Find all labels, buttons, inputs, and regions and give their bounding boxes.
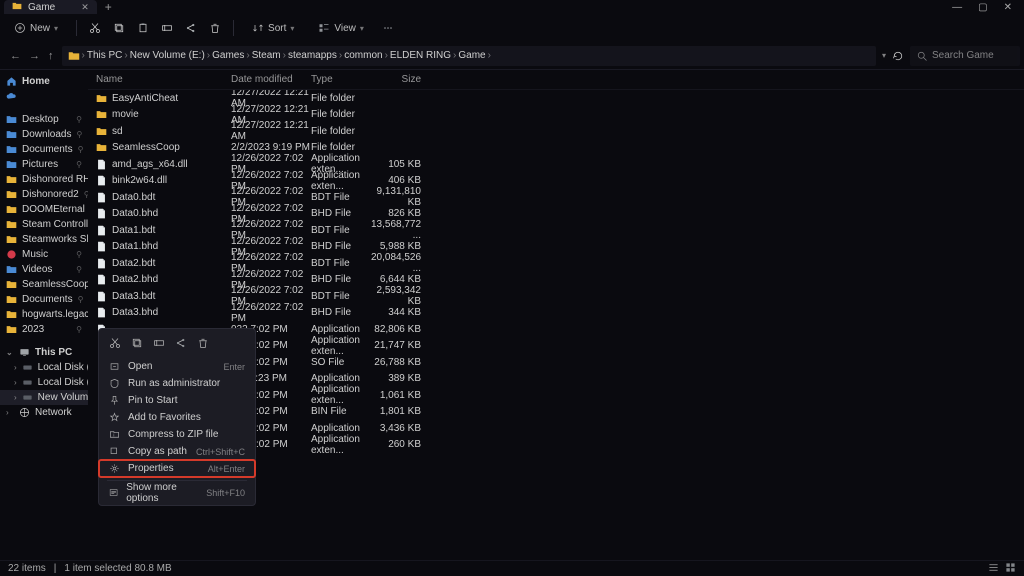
ctx-compress-to-zip-file[interactable]: Compress to ZIP file	[99, 426, 255, 443]
search-icon	[916, 50, 928, 62]
breadcrumb[interactable]: › This PC›New Volume (E:)›Games›Steam›st…	[62, 46, 876, 66]
breadcrumb-segment[interactable]: steamapps	[288, 50, 337, 61]
forward-button[interactable]: →	[27, 48, 42, 64]
ctx-delete-icon[interactable]	[197, 337, 209, 352]
chevron-down-icon[interactable]: ▾	[882, 51, 886, 60]
sidebar-drive[interactable]: ›Local Disk (D:)	[0, 375, 88, 390]
file-row[interactable]: bink2w64.dll12/26/2022 7:02 PMApplicatio…	[88, 173, 1024, 190]
toolbar: New▾ Sort▾ View▾	[0, 14, 1024, 42]
context-menu: OpenEnterRun as administratorPin to Star…	[98, 328, 256, 506]
share-icon[interactable]	[185, 22, 197, 34]
breadcrumb-segment[interactable]: ELDEN RING	[390, 50, 451, 61]
delete-icon[interactable]	[209, 22, 221, 34]
folder-icon	[12, 1, 22, 14]
new-button[interactable]: New▾	[8, 20, 64, 36]
tab-title: Game	[28, 2, 55, 13]
file-row[interactable]: Data2.bdt12/26/2022 7:02 PMBDT File20,08…	[88, 255, 1024, 272]
ctx-rename-icon[interactable]	[153, 337, 165, 352]
ctx-pin-to-start[interactable]: Pin to Start	[99, 392, 255, 409]
new-tab-button[interactable]: +	[105, 0, 112, 14]
breadcrumb-segment[interactable]: New Volume (E:)	[130, 50, 205, 61]
file-row[interactable]: SeamlessCoop2/2/2023 9:19 PMFile folder	[88, 140, 1024, 157]
paste-icon[interactable]	[137, 22, 149, 34]
maximize-button[interactable]: ▢	[978, 2, 987, 13]
file-row[interactable]: Data1.bhd12/26/2022 7:02 PMBHD File5,988…	[88, 239, 1024, 256]
ctx-open[interactable]: OpenEnter	[99, 358, 255, 375]
item-count: 22 items	[8, 563, 46, 574]
file-row[interactable]: Data0.bdt12/26/2022 7:02 PMBDT File9,131…	[88, 189, 1024, 206]
breadcrumb-segment[interactable]: Steam	[252, 50, 281, 61]
sidebar-item[interactable]: Documents⚲	[0, 142, 88, 157]
file-row[interactable]: amd_ags_x64.dll12/26/2022 7:02 PMApplica…	[88, 156, 1024, 173]
file-row[interactable]: Data0.bhd12/26/2022 7:02 PMBHD File826 K…	[88, 206, 1024, 223]
copy-icon[interactable]	[113, 22, 125, 34]
ctx-copy-icon[interactable]	[131, 337, 143, 352]
search-input[interactable]: Search Game	[910, 46, 1020, 66]
ctx-show-more-options[interactable]: Show more optionsShift+F10	[99, 484, 255, 501]
ctx-add-to-favorites[interactable]: Add to Favorites	[99, 409, 255, 426]
sidebar-item[interactable]: Steamworks Sha⚲	[0, 232, 88, 247]
window-controls: — ▢ ✕	[952, 2, 1020, 13]
details-view-icon[interactable]	[988, 562, 999, 576]
up-button[interactable]: ↑	[46, 48, 56, 64]
sidebar-network[interactable]: ›Network	[0, 405, 88, 420]
tab-active[interactable]: Game ✕	[4, 0, 97, 14]
rename-icon[interactable]	[161, 22, 173, 34]
address-bar: ← → ↑ › This PC›New Volume (E:)›Games›St…	[0, 42, 1024, 70]
close-tab-icon[interactable]: ✕	[81, 2, 89, 13]
sidebar-item[interactable]: Videos⚲	[0, 262, 88, 277]
sidebar-thispc[interactable]: ⌄This PC	[0, 345, 88, 360]
selection-info: 1 item selected 80.8 MB	[64, 563, 171, 574]
breadcrumb-segment[interactable]: Games	[212, 50, 244, 61]
sidebar-item[interactable]: Dishonored2⚲	[0, 187, 88, 202]
file-row[interactable]: movie12/27/2022 12:21 AMFile folder	[88, 107, 1024, 124]
sidebar-item[interactable]: Music⚲	[0, 247, 88, 262]
ctx-properties[interactable]: PropertiesAlt+Enter	[99, 460, 255, 477]
nav-pane: Home Desktop⚲Downloads⚲Documents⚲Picture…	[0, 70, 88, 560]
grid-view-icon[interactable]	[1005, 562, 1016, 576]
ctx-copy-as-path[interactable]: Copy as pathCtrl+Shift+C	[99, 443, 255, 460]
file-row[interactable]: Data3.bdt12/26/2022 7:02 PMBDT File2,593…	[88, 288, 1024, 305]
sidebar-drive[interactable]: ›New Volume (E:)	[0, 390, 88, 405]
file-row[interactable]: Data3.bhd12/26/2022 7:02 PMBHD File344 K…	[88, 305, 1024, 322]
status-bar: 22 items | 1 item selected 80.8 MB	[0, 560, 1024, 576]
column-headers[interactable]: Name Date modified Type Size	[88, 70, 1024, 90]
sidebar-item[interactable]: Downloads⚲	[0, 127, 88, 142]
sidebar-home[interactable]: Home	[0, 74, 88, 89]
view-button[interactable]: View▾	[312, 20, 370, 36]
sidebar-onedrive[interactable]	[0, 89, 88, 104]
breadcrumb-segment[interactable]: common	[344, 50, 382, 61]
ctx-run-as-administrator[interactable]: Run as administrator	[99, 375, 255, 392]
file-row[interactable]: EasyAntiCheat12/27/2022 12:21 AMFile fol…	[88, 90, 1024, 107]
sidebar-item[interactable]: DOOMEternal⚲	[0, 202, 88, 217]
sidebar-drive[interactable]: ›Local Disk (C:)	[0, 360, 88, 375]
sidebar-item[interactable]: Desktop⚲	[0, 112, 88, 127]
breadcrumb-segment[interactable]: This PC	[87, 50, 123, 61]
folder-icon	[68, 50, 80, 62]
sidebar-item[interactable]: hogwarts.legacy.ex⚲	[0, 307, 88, 322]
refresh-icon[interactable]	[892, 50, 904, 62]
breadcrumb-segment[interactable]: Game	[458, 50, 485, 61]
file-row[interactable]: Data1.bdt12/26/2022 7:02 PMBDT File13,56…	[88, 222, 1024, 239]
sidebar-item[interactable]: Dishonored RHC⚲	[0, 172, 88, 187]
back-button[interactable]: ←	[8, 48, 23, 64]
title-bar: Game ✕ + — ▢ ✕	[0, 0, 1024, 14]
file-row[interactable]: sd12/27/2022 12:21 AMFile folder	[88, 123, 1024, 140]
more-icon[interactable]	[382, 22, 394, 34]
sort-button[interactable]: Sort▾	[246, 20, 300, 36]
file-row[interactable]: Data2.bhd12/26/2022 7:02 PMBHD File6,644…	[88, 272, 1024, 289]
ctx-cut-icon[interactable]	[109, 337, 121, 352]
sidebar-item[interactable]: SeamlessCoop⚲	[0, 277, 88, 292]
sidebar-item[interactable]: Pictures⚲	[0, 157, 88, 172]
close-button[interactable]: ✕	[1004, 2, 1012, 13]
ctx-share-icon[interactable]	[175, 337, 187, 352]
cut-icon[interactable]	[89, 22, 101, 34]
minimize-button[interactable]: —	[952, 2, 962, 13]
sidebar-item[interactable]: 2023⚲	[0, 322, 88, 337]
sidebar-item[interactable]: Documents⚲	[0, 292, 88, 307]
sidebar-item[interactable]: Steam Controlle⚲	[0, 217, 88, 232]
